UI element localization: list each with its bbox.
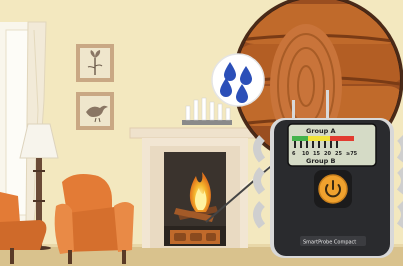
framed-picture-bird [76, 92, 114, 130]
svg-text:≥75: ≥75 [346, 151, 358, 157]
living-room-illustration: Group A 6 10 15 20 25 ≥75 Group B SmartP… [0, 0, 403, 266]
moisture-meter: Group A 6 10 15 20 25 ≥75 Group B SmartP… [253, 118, 403, 258]
meter-brand-label: SmartProbe Compact [303, 240, 356, 246]
framed-picture-flower [76, 44, 114, 82]
svg-text:25: 25 [335, 151, 342, 157]
lcd-group-b: Group B [306, 157, 336, 165]
svg-text:6: 6 [292, 151, 296, 157]
water-drops-bubble [211, 53, 265, 107]
fireplace [129, 127, 261, 248]
lcd-group-a: Group A [306, 127, 336, 135]
